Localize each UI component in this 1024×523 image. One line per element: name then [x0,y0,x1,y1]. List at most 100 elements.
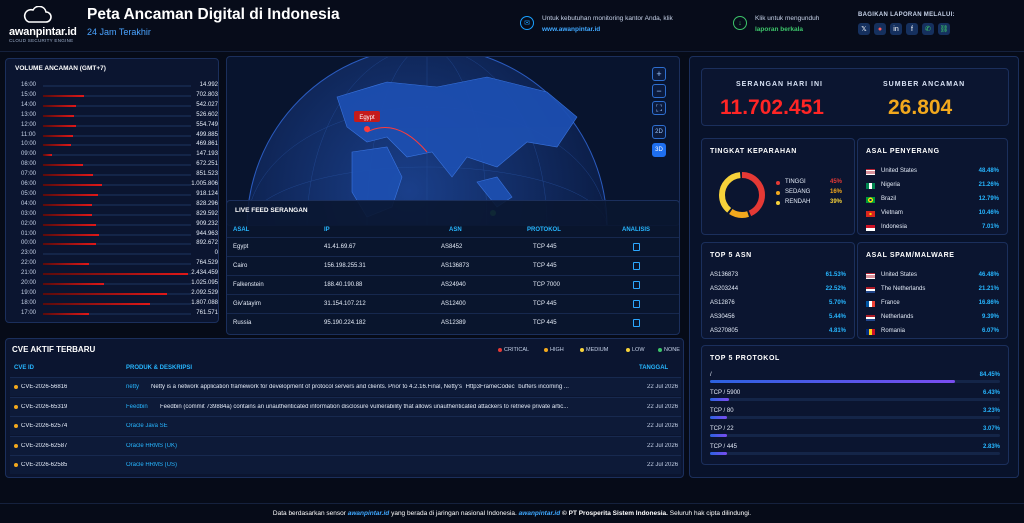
cve-row[interactable]: CVE-2026-56816 netty Netty is a network ap… [10,377,681,396]
feed-asn: AS136873 [441,263,470,269]
volume-bar [43,174,94,177]
volume-row: 17:00 761.571 [15,309,218,318]
linkedin-icon[interactable]: in [890,23,902,35]
cve-row[interactable]: CVE-2026-62585 Oracle HRMS (US) 22 Jul 202… [10,455,681,474]
protocol-bar [710,416,728,419]
fullscreen-icon[interactable]: ⛶ [652,101,666,115]
cve-product[interactable]: Oracle HRMS (US) [126,462,177,468]
volume-hour: 10:00 [21,141,37,148]
analysis-icon[interactable] [633,262,640,270]
cve-row[interactable]: CVE-2026-62574 Oracle Java SE 22 Jul 2026 [10,416,681,435]
legend-dot [580,347,584,352]
volume-bar [43,273,189,276]
volume-hour: 22:00 [21,260,37,267]
feed-row[interactable]: Falkenstein 188.40.190.88 AS24940 TCP 7000 [227,275,679,293]
volume-track [43,94,191,97]
brand-name[interactable]: awanpintar.id [9,26,77,38]
volume-value: 469.861 [196,141,218,148]
volume-hour: 16:00 [21,82,37,88]
feed-ip: 95.190.224.182 [324,320,366,326]
country-pct: 48.48% [978,168,999,174]
volume-hour: 00:00 [21,240,37,247]
footer-brand[interactable]: awanpintar.id [348,510,390,517]
report-link[interactable]: laporan berkala [755,26,803,33]
col-protokol: PROTOKOL [527,227,561,233]
severity-card: TINGKAT KEPARAHAN TINGGI 45% SEDANG 16% REND… [701,138,855,235]
severity-pct: 39% [830,199,843,205]
cve-product[interactable]: Oracle Java SE [126,423,168,429]
volume-hour: 19:00 [21,289,37,296]
pinterest-icon[interactable]: ● [874,23,886,35]
protocol-bar [710,434,728,437]
volume-value: 526.602 [196,111,218,118]
volume-row: 05:00 918.124 [15,190,218,199]
volume-row: 22:00 764.529 [15,259,218,268]
attacks-label: SERANGAN HARI INI [736,81,824,88]
volume-bar [43,243,97,246]
cve-product[interactable]: netty [126,384,139,390]
severity-label: SEDANG [785,189,811,195]
cve-title: CVE AKTIF TERBARU [12,345,96,354]
marker-label: Egypt [359,115,375,121]
country-name: Romania [881,328,906,334]
protocol-card: TOP 5 PROTOKOL / 84.45% TCP / 5900 6.43% TCP… [701,345,1009,465]
col-ip: IP [324,227,330,233]
volume-track [43,174,191,177]
zoom-in-button[interactable]: + [652,67,666,81]
protocol-bar [710,452,728,455]
feed-row[interactable]: Giv'atayim 31.154.107.212 AS12400 TCP 445 [227,294,679,312]
feed-protokol: TCP 445 [533,244,557,250]
volume-hour: 03:00 [21,210,37,217]
volume-track [43,124,191,127]
protocol-track [710,434,1000,437]
zoom-out-button[interactable]: − [652,84,666,98]
attacker-origin-card: ASAL PENYERANG United States 48.48% Nigeri… [857,138,1008,235]
asn-pct: 22.52% [825,286,846,292]
footer-brand-2[interactable]: awanpintar.id [519,510,561,517]
volume-bar [43,233,100,236]
cve-row[interactable]: CVE-2026-65319 Feedbin Feedbin (commit 739… [10,396,681,416]
whatsapp-icon[interactable]: ✆ [922,23,934,35]
cve-product[interactable]: Feedbin [126,404,148,410]
volume-value: 1.807.088 [191,299,218,306]
volume-track [43,263,191,266]
volume-hour: 14:00 [21,101,37,108]
country-pct: 21.21% [978,286,999,292]
col-analisis: ANALISIS [622,227,651,233]
severity-label: RENDAH [785,199,811,205]
volume-hour: 12:00 [21,121,37,128]
protocol-pct: 3.07% [982,426,1000,432]
volume-value: 918.124 [196,190,218,197]
country-name: United States [881,272,918,278]
country-pct: 7.01% [981,224,999,230]
volume-row: 07:00 851.523 [15,170,218,179]
cve-product[interactable]: Oracle HRMS (UK) [126,443,177,449]
protocol-title: TOP 5 PROTOKOL [710,355,780,362]
feed-row[interactable]: Cairo 156.198.255.31 AS136873 TCP 445 [227,256,679,274]
country-pct: 9.39% [981,314,999,320]
legend-critical: CRITICAL [498,347,529,353]
feed-row[interactable]: Egypt 41.41.69.67 AS8452 TCP 445 [227,237,679,255]
cve-row[interactable]: CVE-2026-62587 Oracle HRMS (UK) 22 Jul 202… [10,435,681,455]
feed-row[interactable]: Russia 95.190.224.182 AS12389 TCP 445 [227,313,679,331]
cve-id: CVE-2026-56816 [21,384,68,390]
asn-card: TOP 5 ASN AS136873 61.53% AS203244 22.52% AS… [701,242,855,339]
flag-icon [866,315,875,321]
link-icon[interactable]: ⛓ [938,23,950,35]
severity-dot [14,424,18,428]
volume-hour: 01:00 [21,230,37,237]
x-icon[interactable]: 𝕏 [858,23,870,35]
monitor-link[interactable]: www.awanpintar.id [542,26,600,33]
view-3d-button[interactable]: 3D [652,143,666,157]
analysis-icon[interactable] [633,300,640,308]
severity-title: TINGKAT KEPARAHAN [710,148,797,155]
country-pct: 12.79% [978,196,999,202]
severity-legend-dot [776,181,780,185]
facebook-icon[interactable]: f [906,23,918,35]
analysis-icon[interactable] [633,281,640,289]
analysis-icon[interactable] [633,243,640,251]
analysis-icon[interactable] [633,319,640,327]
protocol-bar [710,398,729,401]
view-2d-button[interactable]: 2D [652,125,666,139]
volume-value: 764.529 [196,260,218,267]
